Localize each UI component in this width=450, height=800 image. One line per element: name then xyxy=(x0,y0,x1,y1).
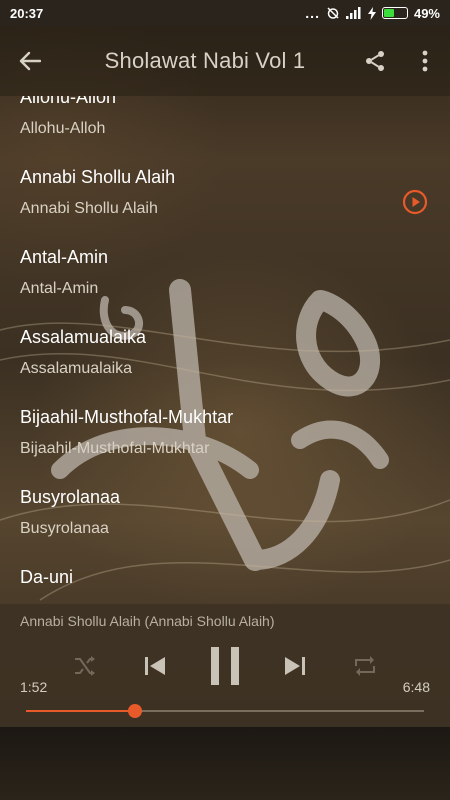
battery-icon xyxy=(381,7,408,19)
track-subtitle: Antal-Amin xyxy=(20,280,99,297)
track-subtitle: Allohu-Alloh xyxy=(20,120,106,137)
seek-bar[interactable] xyxy=(26,704,424,718)
track-title: Da-uni xyxy=(20,567,74,587)
track-title: Busyrolanaa xyxy=(20,487,121,507)
track-subtitle: Busyrolanaa xyxy=(20,520,109,537)
page-title: Sholawat Nabi Vol 1 xyxy=(104,48,306,73)
alarm-off-icon xyxy=(327,7,339,19)
track-title: Allohu-Alloh xyxy=(20,96,117,107)
arrow-left-icon xyxy=(19,51,41,71)
seek-progress xyxy=(26,710,136,712)
skip-next-icon xyxy=(285,657,305,675)
pause-button[interactable] xyxy=(203,644,247,688)
shuffle-icon xyxy=(75,656,95,676)
repeat-button[interactable] xyxy=(343,644,387,688)
status-bar: 20:37 ... 49% xyxy=(0,0,450,26)
repeat-icon xyxy=(355,656,375,676)
track-subtitle: Bijaahil-Musthofal-Mukhtar xyxy=(20,440,210,457)
track-item[interactable]: Allohu-Alloh Allohu-Alloh xyxy=(0,96,450,167)
back-button[interactable] xyxy=(0,26,60,96)
track-item[interactable]: Busyrolanaa Busyrolanaa xyxy=(0,487,450,567)
status-time: 20:37 xyxy=(10,5,44,21)
track-item[interactable]: Annabi Shollu Alaih Annabi Shollu Alaih xyxy=(0,167,450,247)
total-time: 6:48 xyxy=(402,679,430,695)
track-item[interactable]: Antal-Amin Antal-Amin xyxy=(0,247,450,327)
seek-thumb[interactable] xyxy=(128,704,143,718)
current-time: 1:52 xyxy=(20,679,48,695)
more-vert-icon xyxy=(422,50,428,72)
pause-icon xyxy=(211,647,239,685)
now-playing-icon[interactable] xyxy=(402,189,428,215)
track-subtitle: Assalamualaika xyxy=(20,360,133,377)
previous-button[interactable] xyxy=(133,644,177,688)
track-item[interactable]: Bijaahil-Musthofal-Mukhtar Bijaahil-Must… xyxy=(0,407,450,487)
more-notifications-icon: ... xyxy=(305,5,320,21)
status-icons: ... 49% xyxy=(305,5,440,21)
now-playing-label: Annabi Shollu Alaih (Annabi Shollu Alaih… xyxy=(20,613,275,629)
signal-icon xyxy=(345,7,361,19)
music-player-bar: Annabi Shollu Alaih (Annabi Shollu Alaih… xyxy=(0,604,450,726)
battery-percent: 49% xyxy=(413,5,440,21)
app-bar: Sholawat Nabi Vol 1 xyxy=(0,26,450,96)
bottom-area xyxy=(0,726,450,800)
track-title: Assalamualaika xyxy=(20,327,147,347)
skip-previous-icon xyxy=(145,657,165,675)
charging-icon xyxy=(367,6,376,20)
share-icon xyxy=(366,51,384,71)
track-item[interactable]: Da-uni xyxy=(0,567,450,604)
next-button[interactable] xyxy=(273,644,317,688)
track-list[interactable]: Allohu-Alloh Allohu-Alloh Annabi Shollu … xyxy=(0,96,450,604)
track-title: Antal-Amin xyxy=(20,247,109,267)
shuffle-button[interactable] xyxy=(63,644,107,688)
more-options-button[interactable] xyxy=(400,26,450,96)
playback-controls xyxy=(0,644,450,688)
track-subtitle: Annabi Shollu Alaih xyxy=(20,200,158,217)
track-title: Annabi Shollu Alaih xyxy=(20,167,176,187)
track-item[interactable]: Assalamualaika Assalamualaika xyxy=(0,327,450,407)
track-title: Bijaahil-Musthofal-Mukhtar xyxy=(20,407,234,427)
share-button[interactable] xyxy=(350,26,400,96)
